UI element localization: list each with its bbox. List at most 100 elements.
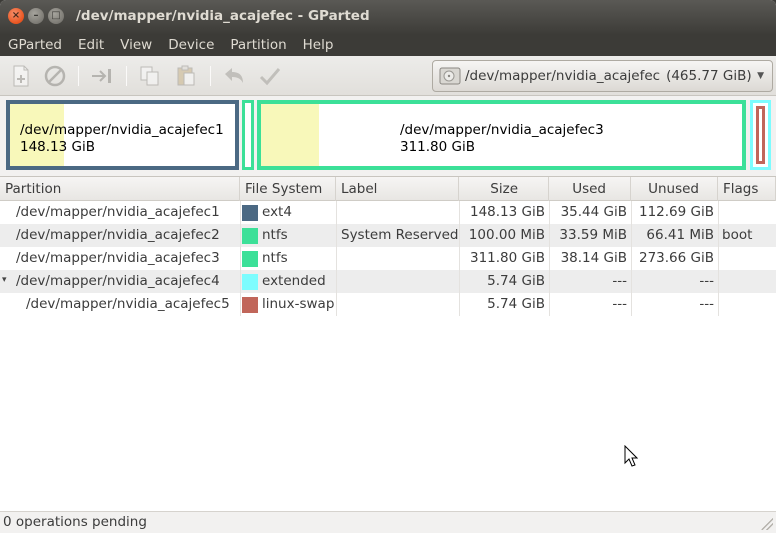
partition-map-4[interactable] [750,100,771,170]
cell-divider [718,270,719,293]
undo-button[interactable] [222,64,246,88]
partition-map-3-name: /dev/mapper/nvidia_acajefec3 [400,122,604,138]
cell-partition: /dev/mapper/nvidia_acajefec4 [16,273,220,289]
column-header-partition[interactable]: Partition [0,177,240,201]
cell-fs: linux-swap [262,296,335,312]
table-row[interactable]: /dev/mapper/nvidia_acajefec5 linux-swap 5.… [0,293,776,316]
cell-divider [718,293,719,316]
cell-divider [240,224,241,247]
new-partition-icon [13,65,29,87]
cell-divider [336,224,337,247]
resize-grip[interactable] [761,518,773,530]
cell-size: 100.00 MiB [468,227,545,243]
minimize-button[interactable]: – [28,8,44,24]
cell-divider [336,201,337,224]
menu-gparted[interactable]: GParted [0,34,70,56]
cell-divider [336,293,337,316]
partition-map-5[interactable] [756,106,765,164]
cell-divider [718,224,719,247]
toolbar-separator [126,66,127,86]
paste-button[interactable] [174,64,198,88]
window-title: /dev/mapper/nvidia_acajefec - GParted [76,8,370,24]
partition-map-3-size: 311.80 GiB [400,139,476,155]
cell-fs: extended [262,273,326,289]
table-row[interactable]: ▾ /dev/mapper/nvidia_acajefec4 extended 5.7… [0,270,776,293]
cell-used: --- [612,296,627,312]
cell-flags [722,201,772,224]
toolbar: /dev/mapper/nvidia_acajefec (465.77 GiB)… [0,56,776,96]
menu-device[interactable]: Device [160,34,222,56]
delete-icon [44,65,66,87]
column-header-size[interactable]: Size [459,177,549,201]
cell-partition: /dev/mapper/nvidia_acajefec2 [16,227,220,243]
menu-bar: GParted Edit View Device Partition Help [0,34,776,56]
device-selector[interactable]: /dev/mapper/nvidia_acajefec (465.77 GiB)… [432,60,773,92]
cell-divider [240,247,241,270]
cell-used: --- [612,273,627,289]
cell-unused: --- [699,296,714,312]
column-header-label[interactable]: Label [336,177,459,201]
cell-flags [722,293,772,316]
menu-edit[interactable]: Edit [70,34,112,56]
minimize-icon: – [33,10,39,21]
cell-divider [240,201,241,224]
maximize-button[interactable]: □ [48,8,64,24]
filesystem-color-swatch [242,228,258,244]
close-icon: × [11,10,21,21]
partition-map-3[interactable]: /dev/mapper/nvidia_acajefec3 311.80 GiB [257,100,746,170]
cell-divider [718,201,719,224]
menu-help[interactable]: Help [295,34,342,56]
toolbar-separator [210,66,211,86]
expander-arrow-icon[interactable]: ▾ [2,275,7,285]
cell-label [341,247,459,270]
new-partition-button[interactable] [9,64,33,88]
copy-button[interactable] [138,64,162,88]
apply-button[interactable] [258,64,282,88]
table-header: Partition File System Label Size Used Un… [0,177,776,201]
toolbar-separator [78,66,79,86]
maximize-icon: □ [51,10,61,21]
column-header-unused[interactable]: Unused [631,177,718,201]
cell-flags [722,270,772,293]
device-size: (465.77 GiB) [666,68,752,84]
cell-divider [718,247,719,270]
used-space-bar [261,104,319,166]
cell-fs: ntfs [262,227,288,243]
cell-divider [336,247,337,270]
cell-divider [336,270,337,293]
partition-table: Partition File System Label Size Used Un… [0,176,776,511]
column-header-used[interactable]: Used [549,177,631,201]
cell-unused: 66.41 MiB [646,227,714,243]
resize-move-icon [92,69,111,83]
window-controls: × – □ [8,8,64,24]
cell-label: System Reserved [341,227,459,243]
cell-partition: /dev/mapper/nvidia_acajefec5 [26,296,230,312]
harddisk-icon [439,67,461,85]
cell-flags: boot [722,227,753,243]
cell-unused: 273.66 GiB [638,250,714,266]
column-header-filesystem[interactable]: File System [240,177,336,201]
cell-fs: ext4 [262,204,292,220]
column-header-flags[interactable]: Flags [718,177,776,201]
cell-label [341,270,459,293]
cell-divider [240,270,241,293]
cell-unused: --- [699,273,714,289]
apply-icon [259,68,281,86]
partition-map-2[interactable] [242,100,254,170]
cell-used: 33.59 MiB [559,227,627,243]
resize-move-button[interactable] [90,64,114,88]
menu-view[interactable]: View [112,34,160,56]
cell-flags [722,247,772,270]
table-row[interactable]: /dev/mapper/nvidia_acajefec3 ntfs 311.80 G… [0,247,776,270]
cell-size: 311.80 GiB [469,250,545,266]
table-row[interactable]: /dev/mapper/nvidia_acajefec2 ntfs System R… [0,224,776,247]
cell-used: 35.44 GiB [560,204,627,220]
cell-label [341,293,459,316]
table-row[interactable]: /dev/mapper/nvidia_acajefec1 ext4 148.13 G… [0,201,776,224]
close-button[interactable]: × [8,8,24,24]
menu-partition[interactable]: Partition [222,34,294,56]
delete-button[interactable] [43,64,67,88]
partition-map-1[interactable]: /dev/mapper/nvidia_acajefec1 148.13 GiB [6,100,239,170]
cell-fs: ntfs [262,250,288,266]
title-bar[interactable]: × – □ /dev/mapper/nvidia_acajefec - GPar… [0,0,776,34]
